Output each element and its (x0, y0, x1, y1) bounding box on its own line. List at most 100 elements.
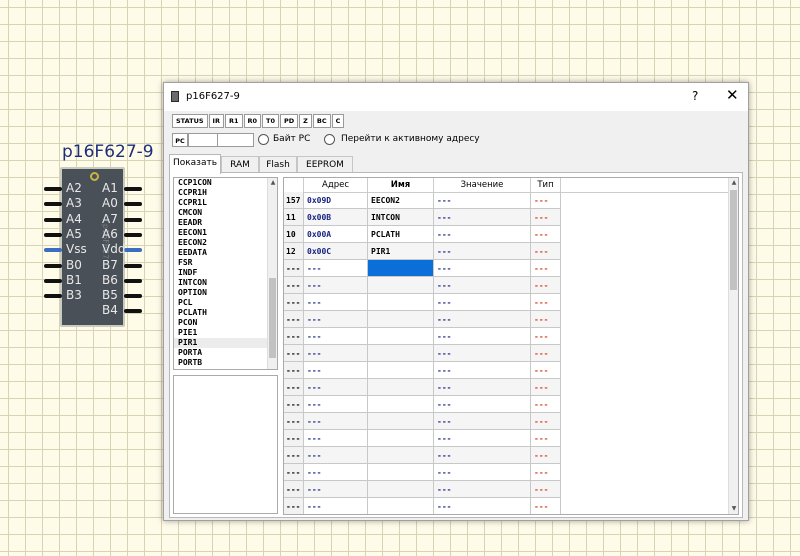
header-address[interactable]: Адрес (304, 178, 368, 192)
row-address[interactable]: --- (304, 498, 368, 514)
header-value[interactable]: Значение (434, 178, 531, 192)
table-row[interactable]: --- --- --- --- (284, 447, 729, 464)
pc-value-field[interactable] (188, 133, 218, 147)
register-list-item[interactable]: PCLATH (174, 308, 277, 318)
row-type[interactable]: --- (531, 260, 561, 277)
row-address[interactable]: --- (304, 464, 368, 481)
row-type[interactable]: --- (531, 345, 561, 362)
table-row[interactable]: --- --- --- --- (284, 362, 729, 379)
row-name[interactable] (368, 481, 434, 498)
row-type[interactable]: --- (531, 294, 561, 311)
row-type[interactable]: --- (531, 209, 561, 226)
row-value[interactable]: --- (434, 345, 531, 362)
row-name[interactable] (368, 345, 434, 362)
register-list-item[interactable]: CCP1CON (174, 178, 277, 188)
row-value[interactable]: --- (434, 447, 531, 464)
table-row[interactable]: --- --- --- --- (284, 311, 729, 328)
radio-goto-active[interactable] (324, 134, 335, 145)
row-type[interactable]: --- (531, 413, 561, 430)
pin-right[interactable] (124, 187, 142, 191)
row-value[interactable]: --- (434, 260, 531, 277)
register-list-item[interactable]: PORTA (174, 348, 277, 358)
row-index[interactable]: --- (284, 379, 304, 396)
row-index[interactable]: 10 (284, 226, 304, 243)
row-name[interactable] (368, 328, 434, 345)
row-address[interactable]: 0x00A (304, 226, 368, 243)
radio-byte-pc-label[interactable]: Байт PC (273, 134, 310, 144)
row-type[interactable]: --- (531, 430, 561, 447)
table-row[interactable]: --- --- --- --- (284, 481, 729, 498)
pin-right[interactable] (124, 248, 142, 253)
header-name[interactable]: Имя (368, 178, 434, 192)
row-index[interactable]: --- (284, 498, 304, 514)
row-index[interactable]: --- (284, 464, 304, 481)
tab-show[interactable]: Показать (169, 154, 221, 174)
row-name[interactable]: PIR1 (368, 243, 434, 260)
pin-left[interactable] (44, 294, 62, 299)
row-address[interactable]: --- (304, 328, 368, 345)
register-list-item[interactable]: PIR1 (174, 338, 277, 348)
pin-right[interactable] (124, 217, 142, 222)
scroll-up-icon[interactable]: ▲ (268, 178, 277, 188)
table-row[interactable]: --- --- --- --- (284, 430, 729, 447)
row-name[interactable] (368, 294, 434, 311)
row-value[interactable]: --- (434, 209, 531, 226)
register-list-item[interactable]: CMCON (174, 208, 277, 218)
radio-goto-active-label[interactable]: Перейти к активному адресу (341, 134, 480, 144)
row-address[interactable]: 0x09D (304, 192, 368, 209)
row-name[interactable] (368, 498, 434, 514)
register-list-item[interactable]: EECON2 (174, 238, 277, 248)
title-bar[interactable]: p16F627-9 ? ✕ (164, 83, 748, 112)
tab-eeprom[interactable]: EEPROM (297, 156, 353, 173)
register-list-item[interactable]: EEDATA (174, 248, 277, 258)
register-list-item[interactable]: EEADR (174, 218, 277, 228)
row-type[interactable]: --- (531, 328, 561, 345)
tab-ram[interactable]: RAM (221, 156, 259, 173)
row-value[interactable]: --- (434, 481, 531, 498)
register-list-item[interactable]: INTCON (174, 278, 277, 288)
row-index[interactable]: 11 (284, 209, 304, 226)
row-address[interactable]: --- (304, 294, 368, 311)
register-list-item[interactable]: PORTB (174, 358, 277, 368)
row-index[interactable]: --- (284, 430, 304, 447)
tab-flash[interactable]: Flash (259, 156, 297, 173)
row-address[interactable]: --- (304, 430, 368, 447)
row-address[interactable]: --- (304, 362, 368, 379)
help-button[interactable]: ? (692, 89, 698, 103)
row-address[interactable]: --- (304, 311, 368, 328)
register-list-item[interactable]: FSR (174, 258, 277, 268)
table-row[interactable]: --- --- --- --- (284, 379, 729, 396)
register-list-item[interactable]: INDF (174, 268, 277, 278)
row-address[interactable]: 0x00B (304, 209, 368, 226)
row-address[interactable]: 0x00C (304, 243, 368, 260)
row-address[interactable]: --- (304, 260, 368, 277)
row-type[interactable]: --- (531, 396, 561, 413)
row-address[interactable]: --- (304, 396, 368, 413)
pc-byte-field[interactable] (217, 133, 254, 147)
row-index[interactable]: --- (284, 345, 304, 362)
pin-right[interactable] (124, 294, 142, 299)
row-index[interactable]: --- (284, 447, 304, 464)
pin-right[interactable] (124, 232, 142, 237)
row-value[interactable]: --- (434, 379, 531, 396)
row-value[interactable]: --- (434, 430, 531, 447)
row-type[interactable]: --- (531, 226, 561, 243)
row-value[interactable]: --- (434, 464, 531, 481)
row-index[interactable]: --- (284, 362, 304, 379)
register-list-scrollbar[interactable]: ▲ (267, 178, 277, 369)
row-type[interactable]: --- (531, 464, 561, 481)
row-index[interactable]: --- (284, 277, 304, 294)
register-list-item[interactable]: PIE1 (174, 328, 277, 338)
register-list-item[interactable]: PCON (174, 318, 277, 328)
table-row[interactable]: --- --- --- --- (284, 396, 729, 413)
pin-right[interactable] (124, 263, 142, 268)
pin-left[interactable] (44, 202, 62, 207)
row-address[interactable]: --- (304, 481, 368, 498)
row-name[interactable]: INTCON (368, 209, 434, 226)
table-row[interactable]: 11 0x00B INTCON --- --- (284, 209, 729, 226)
close-button[interactable]: ✕ (726, 86, 739, 104)
scroll-up-icon[interactable]: ▲ (729, 178, 738, 188)
register-list-item[interactable]: CCPR1H (174, 188, 277, 198)
table-row[interactable]: 157 0x09D EECON2 --- --- (284, 192, 729, 209)
pin-left[interactable] (44, 263, 62, 268)
